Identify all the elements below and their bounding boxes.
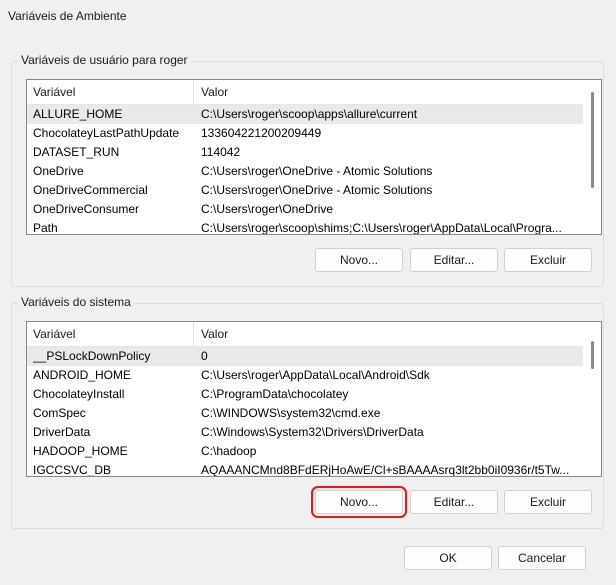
scrollbar-thumb[interactable] <box>591 341 594 369</box>
list-header: Variável Valor <box>27 322 583 347</box>
variable-value-cell: C:\Users\roger\scoop\shims;C:\Users\roge… <box>201 221 562 235</box>
variable-value-cell: C:\Windows\System32\Drivers\DriverData <box>201 425 424 439</box>
user-delete-button[interactable]: Excluir <box>504 248 592 272</box>
scrollbar-thumb[interactable] <box>591 92 594 188</box>
user-edit-button[interactable]: Editar... <box>410 248 498 272</box>
variable-name-cell: OneDriveConsumer <box>33 202 140 216</box>
variable-value-cell: C:\Users\roger\OneDrive - Atomic Solutio… <box>201 164 433 178</box>
variable-name-cell: OneDriveCommercial <box>33 183 148 197</box>
title-bar: Variáveis de Ambiente <box>0 0 616 32</box>
table-row[interactable]: ChocolateyInstall C:\ProgramData\chocolat… <box>27 385 583 404</box>
user-variables-list[interactable]: Variável Valor ALLURE_HOME C:\Users\roger… <box>26 79 602 235</box>
table-row[interactable]: OneDriveCommercial C:\Users\roger\OneDriv… <box>27 181 583 200</box>
system-variables-rows: __PSLockDownPolicy 0 ANDROID_HOME C:\Users\… <box>27 347 583 477</box>
variable-value-cell: 114042 <box>201 145 241 159</box>
variable-value-cell: 0 <box>201 349 208 363</box>
table-row[interactable]: DriverData C:\Windows\System32\Drivers\Dr… <box>27 423 583 442</box>
variable-value-cell: C:\Users\roger\OneDrive <box>201 202 334 216</box>
window-title: Variáveis de Ambiente <box>8 9 127 23</box>
table-row[interactable]: __PSLockDownPolicy 0 <box>27 347 583 366</box>
variable-value-cell: C:\ProgramData\chocolatey <box>201 387 349 401</box>
variable-value-cell: C:\WINDOWS\system32\cmd.exe <box>201 406 381 420</box>
table-row[interactable]: DATASET_RUN 114042 <box>27 143 583 162</box>
variable-name-cell: Path <box>33 221 58 235</box>
variable-value-cell: C:\Users\roger\AppData\Local\Android\Sdk <box>201 368 430 382</box>
column-header-variable[interactable]: Variável <box>27 80 194 104</box>
user-variables-group: Variáveis de usuário para roger Variável… <box>11 53 604 287</box>
vertical-scrollbar[interactable] <box>584 322 601 476</box>
column-header-variable[interactable]: Variável <box>27 322 194 346</box>
column-header-value[interactable]: Valor <box>195 322 581 346</box>
system-variables-group: Variáveis do sistema Variável Valor __PS… <box>11 295 604 529</box>
variable-value-cell: C:\Users\roger\scoop\apps\allure\current <box>201 107 418 121</box>
system-variables-label: Variáveis do sistema <box>18 295 134 309</box>
user-variables-label: Variáveis de usuário para roger <box>18 53 191 67</box>
variable-name-cell: ChocolateyInstall <box>33 387 125 401</box>
column-header-value[interactable]: Valor <box>195 80 581 104</box>
user-new-button[interactable]: Novo... <box>315 248 403 272</box>
system-delete-button[interactable]: Excluir <box>504 490 592 514</box>
variable-name-cell: DATASET_RUN <box>33 145 120 159</box>
system-new-button[interactable]: Novo... <box>311 486 407 518</box>
user-variables-rows: ALLURE_HOME C:\Users\roger\scoop\apps\all… <box>27 105 583 235</box>
table-row[interactable]: ComSpec C:\WINDOWS\system32\cmd.exe <box>27 404 583 423</box>
variable-name-cell: __PSLockDownPolicy <box>33 349 151 363</box>
vertical-scrollbar[interactable] <box>584 80 601 234</box>
table-row[interactable]: IGCCSVC_DB AQAAANCMnd8BFdERjHoAwE/Cl+sBAA… <box>27 461 583 477</box>
variable-name-cell: ChocolateyLastPathUpdate <box>33 126 180 140</box>
system-variables-list[interactable]: Variável Valor __PSLockDownPolicy 0 ANDROI… <box>26 321 602 477</box>
table-row[interactable]: OneDrive C:\Users\roger\OneDrive - Atomic… <box>27 162 583 181</box>
variable-name-cell: ComSpec <box>33 406 86 420</box>
table-row[interactable]: ALLURE_HOME C:\Users\roger\scoop\apps\all… <box>27 105 583 124</box>
table-row[interactable]: Path C:\Users\roger\scoop\shims;C:\Users\… <box>27 219 583 235</box>
table-row[interactable]: OneDriveConsumer C:\Users\roger\OneDrive <box>27 200 583 219</box>
system-edit-button[interactable]: Editar... <box>410 490 498 514</box>
cancel-button[interactable]: Cancelar <box>498 546 586 570</box>
variable-name-cell: HADOOP_HOME <box>33 444 128 458</box>
variable-value-cell: C:\Users\roger\OneDrive - Atomic Solutio… <box>201 183 433 197</box>
variable-name-cell: DriverData <box>33 425 91 439</box>
list-header: Variável Valor <box>27 80 583 105</box>
variable-value-cell: AQAAANCMnd8BFdERjHoAwE/Cl+sBAAAAsrq3lt2b… <box>201 463 570 477</box>
variable-value-cell: C:\hadoop <box>201 444 257 458</box>
table-row[interactable]: ANDROID_HOME C:\Users\roger\AppData\Local… <box>27 366 583 385</box>
ok-button[interactable]: OK <box>404 546 492 570</box>
variable-name-cell: ANDROID_HOME <box>33 368 132 382</box>
variable-name-cell: IGCCSVC_DB <box>33 463 112 477</box>
table-row[interactable]: ChocolateyLastPathUpdate 1336042212002094… <box>27 124 583 143</box>
variable-name-cell: ALLURE_HOME <box>33 107 123 121</box>
variable-name-cell: OneDrive <box>33 164 84 178</box>
variable-value-cell: 133604221200209449 <box>201 126 322 140</box>
table-row[interactable]: HADOOP_HOME C:\hadoop <box>27 442 583 461</box>
